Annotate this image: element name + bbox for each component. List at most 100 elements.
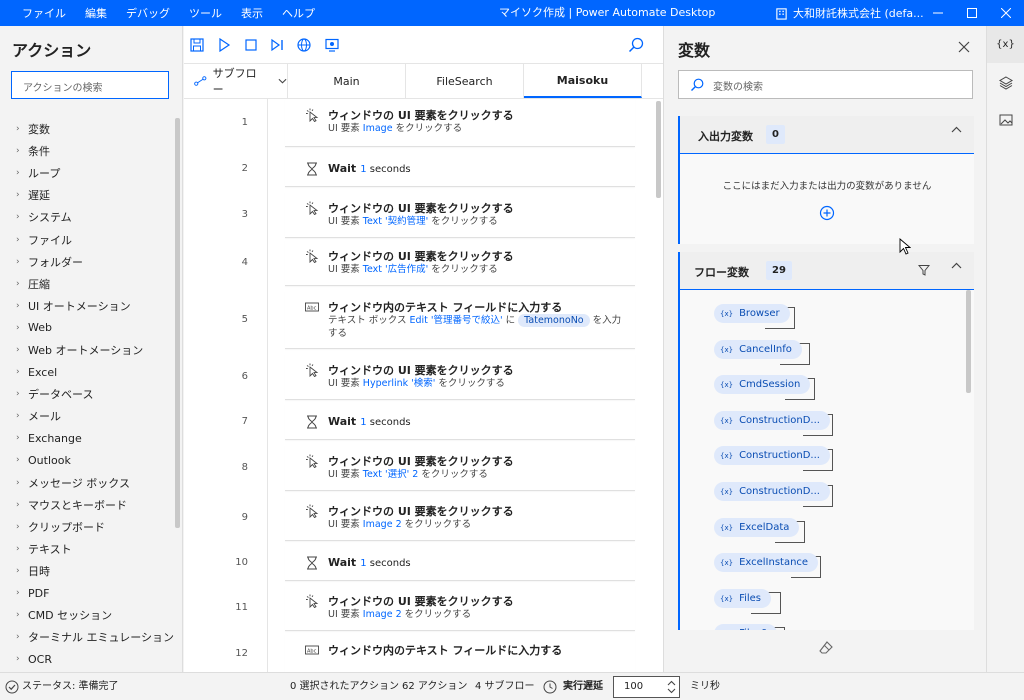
flow-step[interactable]: ウィンドウの UI 要素をクリックする UI 要素 Text '契約管理' をクリ… — [285, 192, 635, 238]
close-variables-icon[interactable] — [958, 41, 970, 53]
variable-chip[interactable]: {x} ConstructionD... — [714, 482, 830, 501]
chevron-right-icon: › — [16, 521, 20, 532]
flow-step[interactable]: ウィンドウの UI 要素をクリックする UI 要素 Text '広告作成' をクリ… — [285, 240, 635, 286]
variables-title: 変数 — [678, 41, 711, 60]
menu-item[interactable]: ツール — [189, 5, 222, 21]
tab-main[interactable]: Main — [288, 64, 406, 98]
flow-step[interactable]: Abc ウィンドウ内のテキスト フィールドに入力する — [285, 634, 635, 672]
action-category[interactable]: › マウスとキーボード — [0, 494, 175, 516]
action-category[interactable]: › Excel — [0, 361, 175, 383]
action-category[interactable]: › データベース — [0, 383, 175, 405]
delay-input[interactable]: 100 — [613, 676, 680, 698]
variables-search-placeholder: 変数の検索 — [713, 82, 763, 93]
variables-rail-button[interactable]: {x} — [987, 26, 1024, 63]
action-category[interactable]: › PDF — [0, 582, 175, 604]
action-category-label: 日時 — [28, 564, 50, 578]
menu-item[interactable]: 表示 — [241, 5, 263, 21]
stop-icon[interactable] — [244, 38, 258, 52]
flow-step[interactable]: ウィンドウの UI 要素をクリックする UI 要素 Image 2 をクリックする — [285, 585, 635, 631]
variables-pane: 変数 変数の検索 入出力変数 0 ここにはまだ入力または出力の変数がありません … — [663, 26, 986, 672]
chevron-up-icon[interactable] — [951, 126, 962, 133]
flow-variables-header[interactable]: フロー変数 29 — [680, 252, 974, 290]
flow-step[interactable]: ウィンドウの UI 要素をクリックする UI 要素 Image 2 をクリックする — [285, 495, 635, 541]
action-category[interactable]: › メール — [0, 405, 175, 427]
filter-icon[interactable] — [918, 264, 930, 276]
actions-search-input[interactable]: アクションの検索 — [11, 71, 169, 99]
actions-scrollbar[interactable] — [175, 118, 180, 528]
actions-title: アクション — [12, 41, 92, 60]
flow-step[interactable]: Wait 1 seconds — [285, 404, 635, 440]
flow-step[interactable]: Wait 1 seconds — [285, 545, 635, 581]
action-category[interactable]: › Exchange — [0, 427, 175, 449]
menu-item[interactable]: デバッグ — [126, 5, 170, 21]
variables-scrollbar[interactable] — [966, 290, 971, 393]
action-category[interactable]: › Web オートメーション — [0, 339, 175, 361]
action-category[interactable]: › フォルダー — [0, 251, 175, 273]
variable-chip[interactable]: {x} Files — [714, 588, 772, 608]
minimize-button[interactable] — [921, 0, 955, 26]
action-category[interactable]: › OCR — [0, 648, 175, 670]
flow-scrollbar[interactable] — [656, 101, 661, 198]
action-category[interactable]: › ループ — [0, 162, 175, 184]
chevron-right-icon: › — [16, 499, 20, 510]
eraser-icon[interactable] — [818, 640, 834, 656]
flow-step[interactable]: ウィンドウの UI 要素をクリックする UI 要素 Text '選択' 2 をクリ… — [285, 445, 635, 491]
action-category-label: システム — [28, 211, 72, 225]
run-icon[interactable] — [217, 38, 231, 52]
menu-item[interactable]: ヘルプ — [282, 5, 315, 21]
variables-search-input[interactable]: 変数の検索 — [678, 70, 973, 99]
io-variables-header[interactable]: 入出力変数 0 — [680, 116, 974, 154]
action-category[interactable]: › システム — [0, 206, 175, 228]
action-category[interactable]: › 遅延 — [0, 184, 175, 206]
flow-step[interactable]: ウィンドウの UI 要素をクリックする UI 要素 Hyperlink '検索' … — [285, 354, 635, 400]
menu-item[interactable]: 編集 — [85, 5, 107, 21]
variable-chip[interactable]: {x} Browser — [714, 304, 790, 323]
subflows-dropdown[interactable]: サブフロー — [184, 64, 288, 98]
variable-chip[interactable]: {x} ExcelData — [714, 517, 800, 537]
variable-chip[interactable]: {x}Files0 — [714, 624, 778, 630]
action-category[interactable]: › ファイル — [0, 228, 175, 250]
save-icon[interactable] — [190, 38, 204, 52]
maximize-button[interactable] — [955, 0, 989, 26]
variable-chip[interactable]: {x} CancelInfo — [714, 339, 802, 359]
action-category[interactable]: › クリップボード — [0, 516, 175, 538]
variable-chip[interactable]: {x} ExcelInstance — [714, 553, 819, 573]
action-category[interactable]: › 圧縮 — [0, 273, 175, 295]
variable-chip[interactable]: {x} ConstructionD... — [714, 446, 830, 466]
action-category[interactable]: › UI オートメーション — [0, 295, 175, 317]
flow-step[interactable]: Abc ウィンドウ内のテキスト フィールドに入力する テキスト ボックス Edit … — [285, 291, 635, 349]
tab-filesearch[interactable]: FileSearch — [406, 64, 524, 98]
desc-prefix: UI 要素 — [328, 519, 363, 530]
action-category-label: マウスとキーボード — [28, 498, 127, 512]
tab-maisoku[interactable]: Maisoku — [524, 64, 642, 98]
flow-step[interactable]: Wait 1 seconds — [285, 151, 635, 187]
org-account[interactable]: 大和財託株式会社 (defa... — [775, 0, 924, 26]
action-category[interactable]: › テキスト — [0, 538, 175, 560]
action-category[interactable]: › CMD セッション — [0, 604, 175, 626]
desc-suffix: をクリックする — [401, 609, 472, 620]
wait-line: Wait 1 seconds — [328, 415, 411, 428]
action-category[interactable]: › メッセージ ボックス — [0, 472, 175, 494]
action-category[interactable]: › 変数 — [0, 118, 175, 140]
stepper-icon[interactable] — [667, 679, 676, 695]
web-recorder-icon[interactable] — [297, 38, 311, 52]
add-variable-icon[interactable] — [819, 205, 835, 221]
action-category[interactable]: › ターミナル エミュレーション — [0, 626, 175, 648]
chevron-up-icon[interactable] — [951, 262, 962, 269]
close-window-button[interactable] — [989, 0, 1023, 26]
image-icon[interactable] — [999, 113, 1013, 127]
desktop-recorder-icon[interactable] — [325, 38, 339, 52]
run-next-icon[interactable] — [270, 38, 284, 52]
step-number: 3 — [241, 209, 248, 220]
action-category[interactable]: › Outlook — [0, 449, 175, 471]
flow-step[interactable]: ウィンドウの UI 要素をクリックする UI 要素 Image をクリックする — [285, 99, 635, 147]
search-icon[interactable] — [628, 37, 644, 53]
action-category[interactable]: › Web — [0, 317, 175, 339]
variable-chip[interactable]: {x} CmdSession — [714, 375, 811, 395]
menu-item[interactable]: ファイル — [22, 5, 66, 21]
action-category[interactable]: › 日時 — [0, 560, 175, 582]
layers-icon[interactable] — [999, 76, 1013, 90]
action-category[interactable]: › 条件 — [0, 140, 175, 162]
variable-name: ConstructionD... — [739, 486, 820, 497]
variable-chip[interactable]: {x} ConstructionD... — [714, 410, 830, 430]
